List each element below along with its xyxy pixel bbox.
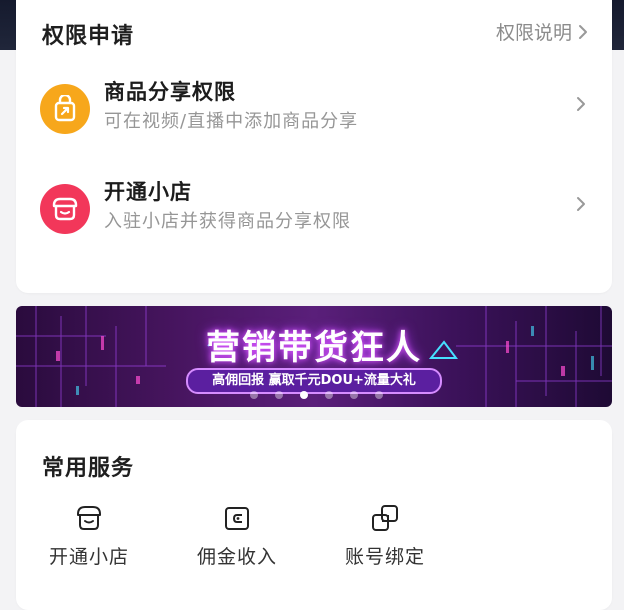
promo-banner[interactable]: 营销带货狂人 高佣回报 赢取千元DOU+流量大礼 [16,306,612,407]
store-icon [40,184,90,234]
wallet-icon [225,507,249,530]
chevron-right-icon [577,197,585,211]
carousel-indicator [16,391,612,399]
permissions-title: 权限申请 [42,24,135,49]
carousel-dot[interactable] [299,391,308,399]
service-label: 账号绑定 [344,546,425,568]
services-card: 常用服务 开通小店 佣金收入 账号绑定 [16,420,612,610]
share-bag-icon [40,84,90,134]
services-title: 常用服务 [42,456,135,481]
permission-item-subtitle: 入驻小店并获得商品分享权限 [104,211,351,232]
permissions-info-link[interactable]: 权限说明 [496,18,588,45]
permission-item-product-share[interactable]: 商品分享权限 可在视频/直播中添加商品分享 [16,76,612,156]
carousel-dot[interactable] [349,391,358,399]
service-account-binding[interactable]: 账号绑定 [330,502,440,569]
link-accounts-icon [372,505,398,531]
service-open-store[interactable]: 开通小店 [34,502,144,569]
permissions-card: 权限申请 权限说明 商品分享权限 可在视频/直播中添加商品分享 开通小店 入驻小… [16,0,612,293]
permission-item-title: 商品分享权限 [104,80,236,104]
chevron-right-icon [579,24,587,39]
service-commission[interactable]: 佣金收入 [182,502,292,569]
carousel-dot[interactable] [324,391,333,399]
chevron-right-icon [577,97,585,111]
service-label: 开通小店 [48,546,129,568]
service-label: 佣金收入 [196,546,277,568]
permission-item-title: 开通小店 [104,180,192,204]
carousel-dot[interactable] [249,391,258,399]
carousel-dot[interactable] [274,391,283,399]
permission-item-subtitle: 可在视频/直播中添加商品分享 [104,111,359,132]
permissions-info-label: 权限说明 [495,22,572,44]
store-icon [77,506,101,530]
banner-title: 营销带货狂人 [206,328,422,368]
carousel-dot[interactable] [374,391,383,399]
permission-item-open-store[interactable]: 开通小店 入驻小店并获得商品分享权限 [16,176,612,256]
